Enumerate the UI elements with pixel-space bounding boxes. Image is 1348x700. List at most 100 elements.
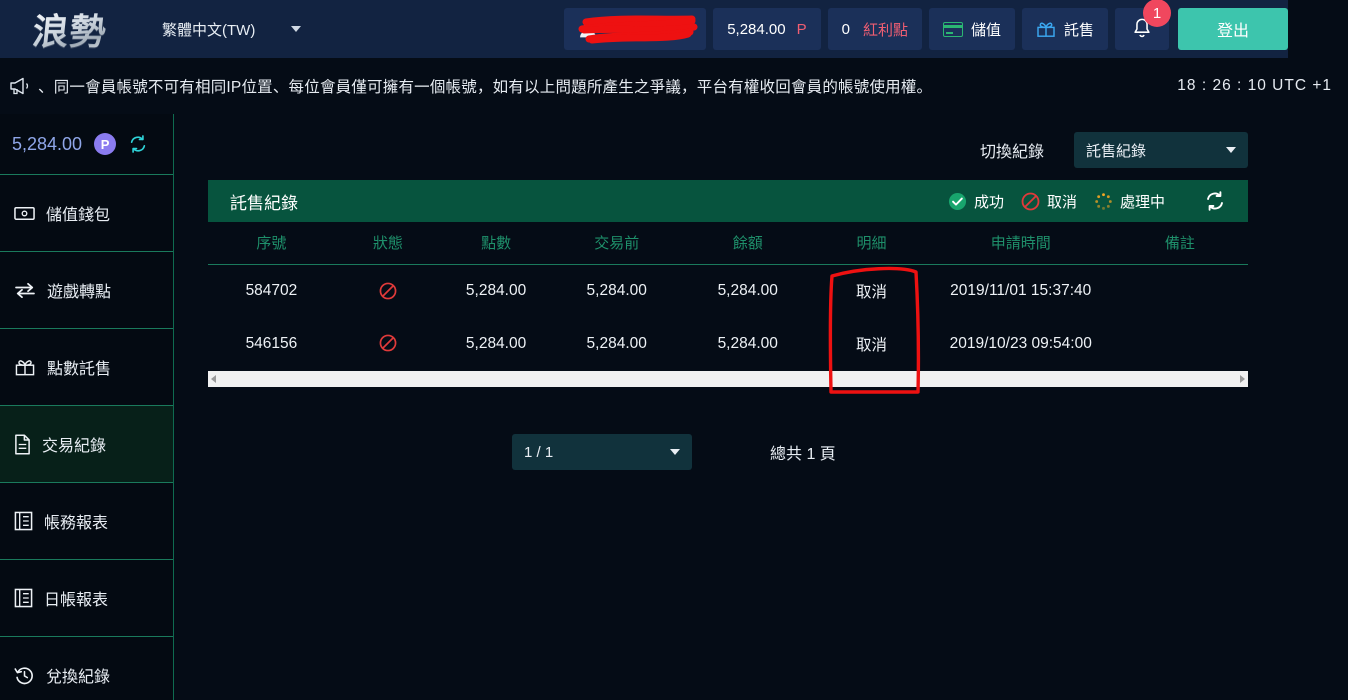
points-unit: P bbox=[796, 20, 807, 38]
table-body: 584702 5,284.00 5,284.00 5,284.00 取消 201… bbox=[208, 264, 1248, 370]
cell-balance: 5,284.00 bbox=[717, 334, 778, 352]
language-label: 繁體中文(TW) bbox=[162, 21, 256, 39]
legend-label: 成功 bbox=[973, 193, 1004, 211]
records-table: 序號 狀態 點數 交易前 餘額 明細 申請時間 備註 584702 5,284.… bbox=[208, 222, 1248, 370]
bonus-value: 0 bbox=[841, 20, 850, 38]
column-header-serial: 序號 bbox=[208, 222, 335, 265]
logout-button[interactable]: 登出 bbox=[1178, 8, 1288, 50]
top-header: 浪勢 繁體中文(TW) 5,284.00 P 0 紅利點 儲值 託售 1 登出 bbox=[0, 0, 1288, 58]
panel-title: 託售紀錄 bbox=[230, 193, 298, 213]
column-header-status: 狀態 bbox=[334, 222, 441, 265]
notifications-button[interactable]: 1 bbox=[1115, 0, 1171, 50]
consign-label: 託售 bbox=[1063, 21, 1094, 39]
pagination: 1 / 1 總共 1 頁 bbox=[512, 434, 836, 470]
sidebar-item-label: 交易紀錄 bbox=[42, 438, 107, 455]
spinner-icon bbox=[1095, 192, 1112, 210]
record-type-value: 託售紀錄 bbox=[1086, 142, 1147, 160]
sidebar-item-game-transfer[interactable]: 遊戲轉點 bbox=[0, 251, 173, 328]
sidebar: 5,284.00 P 儲值錢包 遊戲轉點 點數託售 交易紀錄 帳務報表 日帳報表… bbox=[0, 114, 174, 700]
deposit-label: 儲值 bbox=[970, 21, 1001, 39]
cell-points: 5,284.00 bbox=[465, 281, 527, 299]
deposit-button[interactable]: 儲值 bbox=[928, 8, 1015, 50]
cell-status bbox=[335, 264, 441, 317]
column-header-balance: 餘額 bbox=[682, 222, 814, 265]
app-root: 浪勢 繁體中文(TW) 5,284.00 P 0 紅利點 儲值 託售 1 登出 … bbox=[0, 0, 1348, 700]
bonus-points-button[interactable]: 0 紅利點 bbox=[827, 8, 922, 50]
user-account-button[interactable] bbox=[564, 8, 707, 50]
document-icon bbox=[15, 433, 30, 455]
header-right-filler bbox=[1288, 0, 1348, 58]
sidebar-item-point-consign[interactable]: 點數託售 bbox=[0, 328, 173, 405]
cell-balance: 5,284.00 bbox=[717, 281, 778, 299]
chevron-down-icon bbox=[291, 26, 302, 32]
cell-applytime: 2019/11/01 15:37:40 bbox=[950, 281, 1092, 299]
chevron-down-icon bbox=[670, 449, 680, 455]
refresh-icon[interactable] bbox=[1204, 190, 1226, 212]
legend-label: 取消 bbox=[1046, 193, 1077, 211]
credit-card-icon bbox=[942, 21, 963, 37]
table-horizontal-scrollbar[interactable] bbox=[208, 370, 1248, 387]
cell-remark bbox=[1112, 317, 1248, 370]
sidebar-item-label: 日帳報表 bbox=[44, 592, 109, 609]
wallet-icon bbox=[14, 206, 35, 220]
ban-icon bbox=[1021, 192, 1040, 210]
history-icon bbox=[14, 666, 33, 684]
scroll-left-arrow-icon[interactable] bbox=[211, 375, 216, 383]
sidebar-item-wallet[interactable]: 儲值錢包 bbox=[0, 174, 173, 251]
notification-badge: 1 bbox=[1143, 0, 1171, 27]
announcement-bar: 、同一會員帳號不可有相同IP位置、每位會員僅可擁有一個帳號，如有以上問題所產生之… bbox=[0, 58, 1348, 114]
bonus-label: 紅利點 bbox=[862, 21, 908, 39]
site-logo[interactable]: 浪勢 bbox=[7, 3, 132, 55]
cell-remark bbox=[1112, 264, 1248, 317]
page-select[interactable]: 1 / 1 bbox=[512, 434, 692, 470]
cell-detail: 取消 bbox=[855, 283, 887, 301]
total-pages-label: 總共 1 頁 bbox=[770, 446, 836, 463]
cell-status bbox=[335, 317, 441, 370]
sidebar-item-daily-report[interactable]: 日帳報表 bbox=[0, 559, 173, 636]
transfer-icon bbox=[15, 282, 35, 298]
cell-serial: 584702 bbox=[245, 281, 298, 299]
table-row[interactable]: 546156 5,284.00 5,284.00 5,284.00 取消 201… bbox=[208, 317, 1248, 370]
record-type-select[interactable]: 託售紀錄 bbox=[1074, 132, 1248, 168]
column-header-before: 交易前 bbox=[551, 222, 683, 265]
cell-before: 5,284.00 bbox=[586, 281, 647, 299]
announcement-text: 、同一會員帳號不可有相同IP位置、每位會員僅可擁有一個帳號，如有以上問題所產生之… bbox=[38, 79, 933, 96]
gift-icon bbox=[15, 360, 35, 376]
consign-button[interactable]: 託售 bbox=[1021, 8, 1108, 50]
cell-points: 5,284.00 bbox=[465, 334, 527, 352]
legend-success: 成功 bbox=[948, 191, 1004, 212]
table-row[interactable]: 584702 5,284.00 5,284.00 5,284.00 取消 201… bbox=[208, 264, 1248, 317]
record-panel: 託售紀錄 成功 取消 處理中 序號 狀態 點數 交易前 餘額 明細 申請時間 備… bbox=[208, 180, 1248, 387]
header-actions: 5,284.00 P 0 紅利點 儲值 託售 1 登出 bbox=[564, 0, 1288, 50]
gift-icon bbox=[1037, 22, 1055, 37]
cell-serial: 546156 bbox=[245, 334, 298, 352]
legend-processing: 處理中 bbox=[1094, 191, 1165, 212]
megaphone-icon bbox=[10, 77, 29, 95]
server-time: 18 : 26 : 10 UTC +1 bbox=[1177, 77, 1332, 94]
page-select-value: 1 / 1 bbox=[524, 443, 554, 461]
refresh-icon[interactable] bbox=[128, 134, 148, 154]
sidebar-item-transaction-record[interactable]: 交易紀錄 bbox=[0, 405, 173, 482]
check-circle-icon bbox=[948, 192, 967, 210]
sidebar-item-account-report[interactable]: 帳務報表 bbox=[0, 482, 173, 559]
panel-header: 託售紀錄 成功 取消 處理中 bbox=[208, 180, 1248, 222]
sidebar-item-exchange-record[interactable]: 兌換紀錄 bbox=[0, 636, 173, 700]
report-icon bbox=[14, 588, 33, 608]
legend-cancelled: 取消 bbox=[1021, 191, 1077, 212]
points-balance-button[interactable]: 5,284.00 P bbox=[713, 8, 821, 50]
chevron-down-icon bbox=[1226, 147, 1236, 153]
cell-detail: 取消 bbox=[855, 336, 887, 354]
sidebar-balance: 5,284.00 P bbox=[0, 114, 173, 174]
scroll-right-arrow-icon[interactable] bbox=[1240, 375, 1245, 383]
column-header-detail: 明細 bbox=[813, 222, 930, 265]
column-header-remark: 備註 bbox=[1111, 222, 1248, 265]
sidebar-balance-value: 5,284.00 bbox=[12, 133, 83, 154]
language-selector[interactable]: 繁體中文(TW) bbox=[162, 19, 302, 40]
cell-applytime: 2019/10/23 09:54:00 bbox=[949, 334, 1092, 352]
status-legend: 成功 取消 處理中 bbox=[948, 190, 1226, 212]
table-header-row: 序號 狀態 點數 交易前 餘額 明細 申請時間 備註 bbox=[208, 222, 1248, 265]
legend-label: 處理中 bbox=[1119, 193, 1165, 211]
switch-record-label: 切換紀錄 bbox=[979, 144, 1044, 161]
report-icon bbox=[14, 511, 33, 531]
sidebar-item-label: 帳務報表 bbox=[44, 515, 109, 532]
